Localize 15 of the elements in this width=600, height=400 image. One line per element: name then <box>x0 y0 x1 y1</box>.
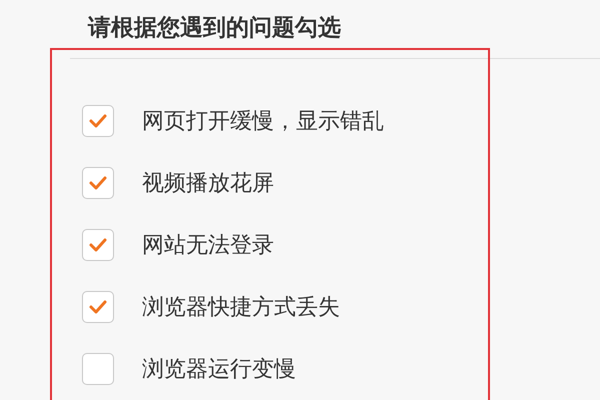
checkbox[interactable] <box>82 291 114 323</box>
checkbox[interactable] <box>82 229 114 261</box>
option-label: 视频播放花屏 <box>142 170 274 198</box>
checkbox[interactable] <box>82 353 114 385</box>
checkbox[interactable] <box>82 167 114 199</box>
option-label: 网页打开缓慢，显示错乱 <box>142 108 384 136</box>
check-icon <box>88 237 108 253</box>
checkbox[interactable] <box>82 105 114 137</box>
option-label: 浏览器快捷方式丢失 <box>142 294 340 322</box>
option-label: 浏览器运行变慢 <box>142 356 296 384</box>
check-icon <box>88 113 108 129</box>
check-icon <box>88 299 108 315</box>
option-label: 网站无法登录 <box>142 232 274 260</box>
section-heading: 请根据您遇到的问题勾选 <box>86 14 342 43</box>
check-icon <box>88 175 108 191</box>
